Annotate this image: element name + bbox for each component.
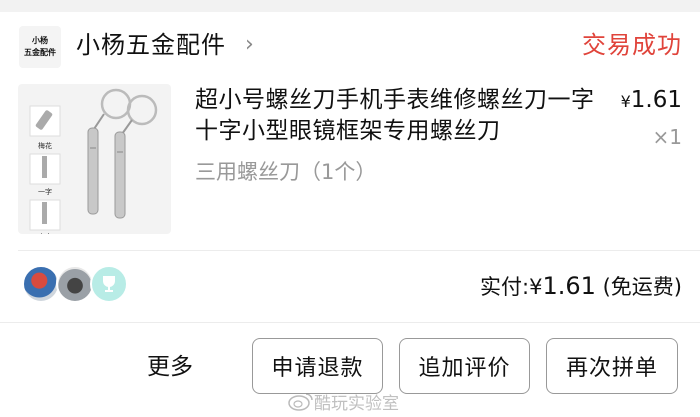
order-status: 交易成功 — [582, 31, 682, 59]
product-title[interactable]: 超小号螺丝刀手机手表维修螺丝刀一字十字小型眼镜框架专用螺丝刀 — [195, 85, 595, 147]
more-button[interactable]: 更多 — [147, 350, 193, 384]
image-label-flat: 一字 — [38, 187, 52, 196]
image-label-cross: 十字 — [38, 232, 52, 234]
avatar[interactable] — [22, 265, 60, 303]
image-label-torx: 梅花 — [38, 141, 52, 150]
screwdriver-illustration: 梅花 一字 十字 — [29, 88, 158, 234]
reorder-button[interactable]: 再次拼单 — [546, 338, 678, 394]
chevron-right-icon[interactable]: › — [245, 30, 254, 60]
weibo-icon — [288, 393, 313, 411]
paid-currency: ¥ — [529, 275, 543, 299]
paid-amount: 1.61 — [542, 272, 596, 300]
shop-header[interactable]: 小杨 五金配件 小杨五金配件 › 交易成功 — [0, 12, 700, 78]
watermark: 酷玩实验室 — [288, 388, 399, 414]
divider — [0, 322, 700, 323]
paid-summary: 实付:¥1.61 (免运费) — [480, 270, 682, 303]
watermark-text: 酷玩实验室 — [314, 393, 399, 414]
avatar[interactable] — [56, 265, 94, 303]
product-quantity: ×1 — [652, 125, 682, 149]
shop-logo[interactable]: 小杨 五金配件 — [19, 26, 61, 68]
divider — [18, 250, 700, 251]
add-review-button[interactable]: 追加评价 — [399, 338, 530, 394]
paid-label: 实付: — [480, 275, 530, 299]
price-currency: ¥ — [620, 92, 631, 111]
shop-name[interactable]: 小杨五金配件 — [76, 28, 226, 62]
order-card: 小杨 五金配件 小杨五金配件 › 交易成功 梅花 一字 十字 超小号螺丝刀手 — [0, 12, 700, 417]
avatar[interactable] — [90, 265, 128, 303]
product-image[interactable]: 梅花 一字 十字 — [18, 84, 171, 234]
request-refund-button[interactable]: 申请退款 — [252, 338, 383, 394]
shipping-note: (免运费) — [602, 275, 682, 299]
shop-logo-line2: 五金配件 — [24, 48, 56, 57]
shop-logo-line1: 小杨 — [32, 36, 48, 45]
trophy-icon — [103, 276, 115, 292]
product-spec: 三用螺丝刀（1个） — [195, 160, 377, 184]
product-price: ¥1.61 — [621, 84, 682, 118]
price-value: 1.61 — [630, 87, 682, 113]
